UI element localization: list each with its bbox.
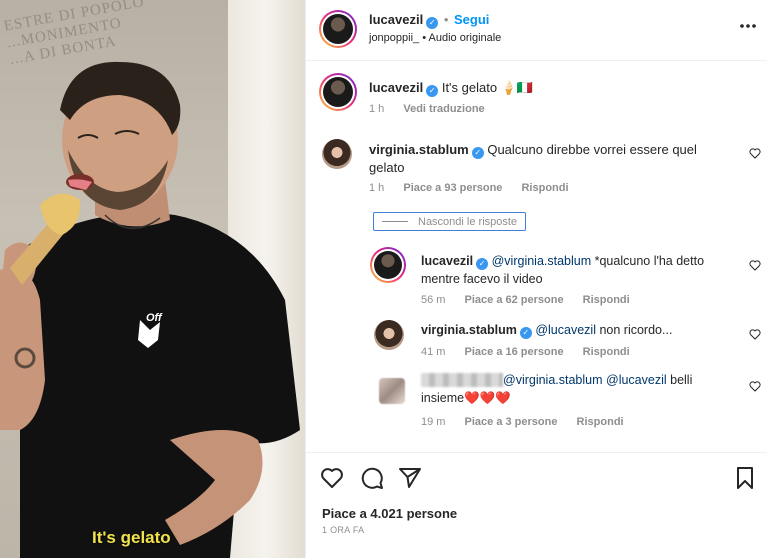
reply-text: belli — [666, 373, 693, 387]
blurred-avatar[interactable] — [379, 378, 405, 404]
verified-icon: ✓ — [476, 258, 489, 270]
instagram-post: ESTRE DI POPOLO ...MONIMENTO ...A DI BON… — [0, 0, 767, 558]
reply-username[interactable]: virginia.stablum — [421, 323, 517, 337]
reply-mention[interactable]: @virginia.stablum — [503, 373, 603, 387]
reply-text: non ricordo... — [595, 323, 673, 337]
reply-text: *qualcuno l'ha detto — [591, 254, 705, 268]
caption-time[interactable]: 1 h — [369, 103, 384, 115]
hide-replies-button[interactable]: Nascondi le risposte — [373, 212, 526, 231]
hide-replies-label: Nascondi le risposte — [418, 215, 518, 228]
caption-avatar[interactable] — [319, 73, 357, 111]
post-details-panel: lucavezil ✓ • Segui jonpoppii_ • Audio or… — [305, 0, 767, 558]
like-comment-heart-icon[interactable] — [749, 148, 761, 159]
reply-username[interactable]: lucavezil — [421, 254, 473, 268]
replies-line — [382, 221, 408, 222]
caption-text: It's gelato 🍦🇮🇹 — [441, 80, 534, 95]
comment-text: Qualcuno direbbe vorrei essere quel — [487, 142, 697, 157]
verified-icon: ✓ — [519, 327, 532, 339]
verified-icon: ✓ — [471, 147, 484, 159]
header-divider — [306, 60, 767, 61]
reply-mention[interactable]: @lucavezil — [606, 373, 667, 387]
caption: lucavezil ✓ It's gelato 🍦🇮🇹 — [369, 80, 533, 97]
reply-time: 19 m — [421, 416, 446, 428]
header-user-line: lucavezil ✓ • Segui — [369, 12, 489, 29]
verified-icon: ✓ — [426, 17, 439, 29]
reply-meta: 41 m Piace a 16 persone Rispondi — [421, 346, 646, 358]
like-reply-heart-icon[interactable] — [749, 260, 761, 271]
share-send-icon[interactable] — [398, 466, 422, 490]
reply-mention[interactable]: @lucavezil — [535, 323, 596, 337]
reply-mention[interactable]: @virginia.stablum — [492, 254, 592, 268]
reply-time: 41 m — [421, 346, 446, 358]
actions-divider — [306, 452, 767, 453]
follow-button[interactable]: Segui — [454, 12, 489, 27]
more-options-icon[interactable] — [739, 18, 757, 32]
reply-avatar[interactable] — [370, 247, 406, 283]
dot-separator: • — [443, 12, 449, 27]
reply: virginia.stablum ✓ @lucavezil non ricordo… — [421, 321, 741, 339]
video-caption-overlay: It's gelato — [92, 528, 171, 547]
reply-button[interactable]: Rispondi — [583, 294, 630, 306]
audio-separator: • — [422, 32, 427, 44]
comment-text-continued: gelato — [369, 160, 405, 175]
reply-likes[interactable]: Piace a 3 persone — [465, 416, 558, 428]
post-photo[interactable]: ESTRE DI POPOLO ...MONIMENTO ...A DI BON… — [0, 0, 305, 558]
reply-button[interactable]: Rispondi — [577, 416, 624, 428]
man-eating-gelato-illustration — [0, 61, 300, 558]
reply-text-continued: insieme❤️❤️❤️ — [421, 391, 511, 405]
reply-likes[interactable]: Piace a 16 persone — [465, 346, 564, 358]
save-bookmark-icon[interactable] — [733, 466, 757, 490]
like-reply-heart-icon[interactable] — [749, 381, 761, 392]
post-likes-count[interactable]: Piace a 4.021 persone — [322, 506, 457, 521]
header-username[interactable]: lucavezil — [369, 12, 423, 27]
audio-user[interactable]: jonpoppii_ — [369, 32, 419, 44]
caption-meta: 1 h Vedi traduzione — [369, 103, 501, 115]
reply-time: 56 m — [421, 294, 446, 306]
shirt-logo-text: Off — [146, 312, 162, 324]
see-translation-link[interactable]: Vedi traduzione — [403, 103, 484, 115]
audio-line: jonpoppii_ • Audio originale — [369, 32, 501, 44]
audio-label[interactable]: Audio originale — [429, 32, 502, 44]
comment-icon[interactable] — [360, 466, 384, 490]
post-timestamp: 1 ORA FA — [322, 525, 365, 535]
author-avatar[interactable] — [319, 10, 357, 48]
verified-icon: ✓ — [426, 85, 439, 97]
reply-meta: 19 m Piace a 3 persone Rispondi — [421, 416, 640, 428]
comment-username[interactable]: virginia.stablum — [369, 142, 469, 157]
caption-username[interactable]: lucavezil — [369, 80, 423, 95]
reply-likes[interactable]: Piace a 62 persone — [465, 294, 564, 306]
reply-text-continued: mentre facevo il video — [421, 272, 543, 286]
reply-button[interactable]: Rispondi — [583, 346, 630, 358]
like-heart-icon[interactable] — [320, 466, 344, 490]
like-reply-heart-icon[interactable] — [749, 329, 761, 340]
comment-time: 1 h — [369, 182, 385, 194]
reply: @virginia.stablum @lucavezil belli insie… — [421, 371, 741, 407]
reply-button[interactable]: Rispondi — [521, 182, 568, 194]
comment: virginia.stablum ✓ Qualcuno direbbe vorre… — [369, 141, 729, 177]
reply-meta: 56 m Piace a 62 persone Rispondi — [421, 294, 646, 306]
comment-likes[interactable]: Piace a 93 persone — [403, 182, 502, 194]
comment-meta: 1 h Piace a 93 persone Rispondi — [369, 182, 585, 194]
reply: lucavezil ✓ @virginia.stablum *qualcuno l… — [421, 252, 741, 288]
commenter-avatar[interactable] — [322, 139, 352, 169]
reply-avatar[interactable] — [374, 320, 404, 350]
